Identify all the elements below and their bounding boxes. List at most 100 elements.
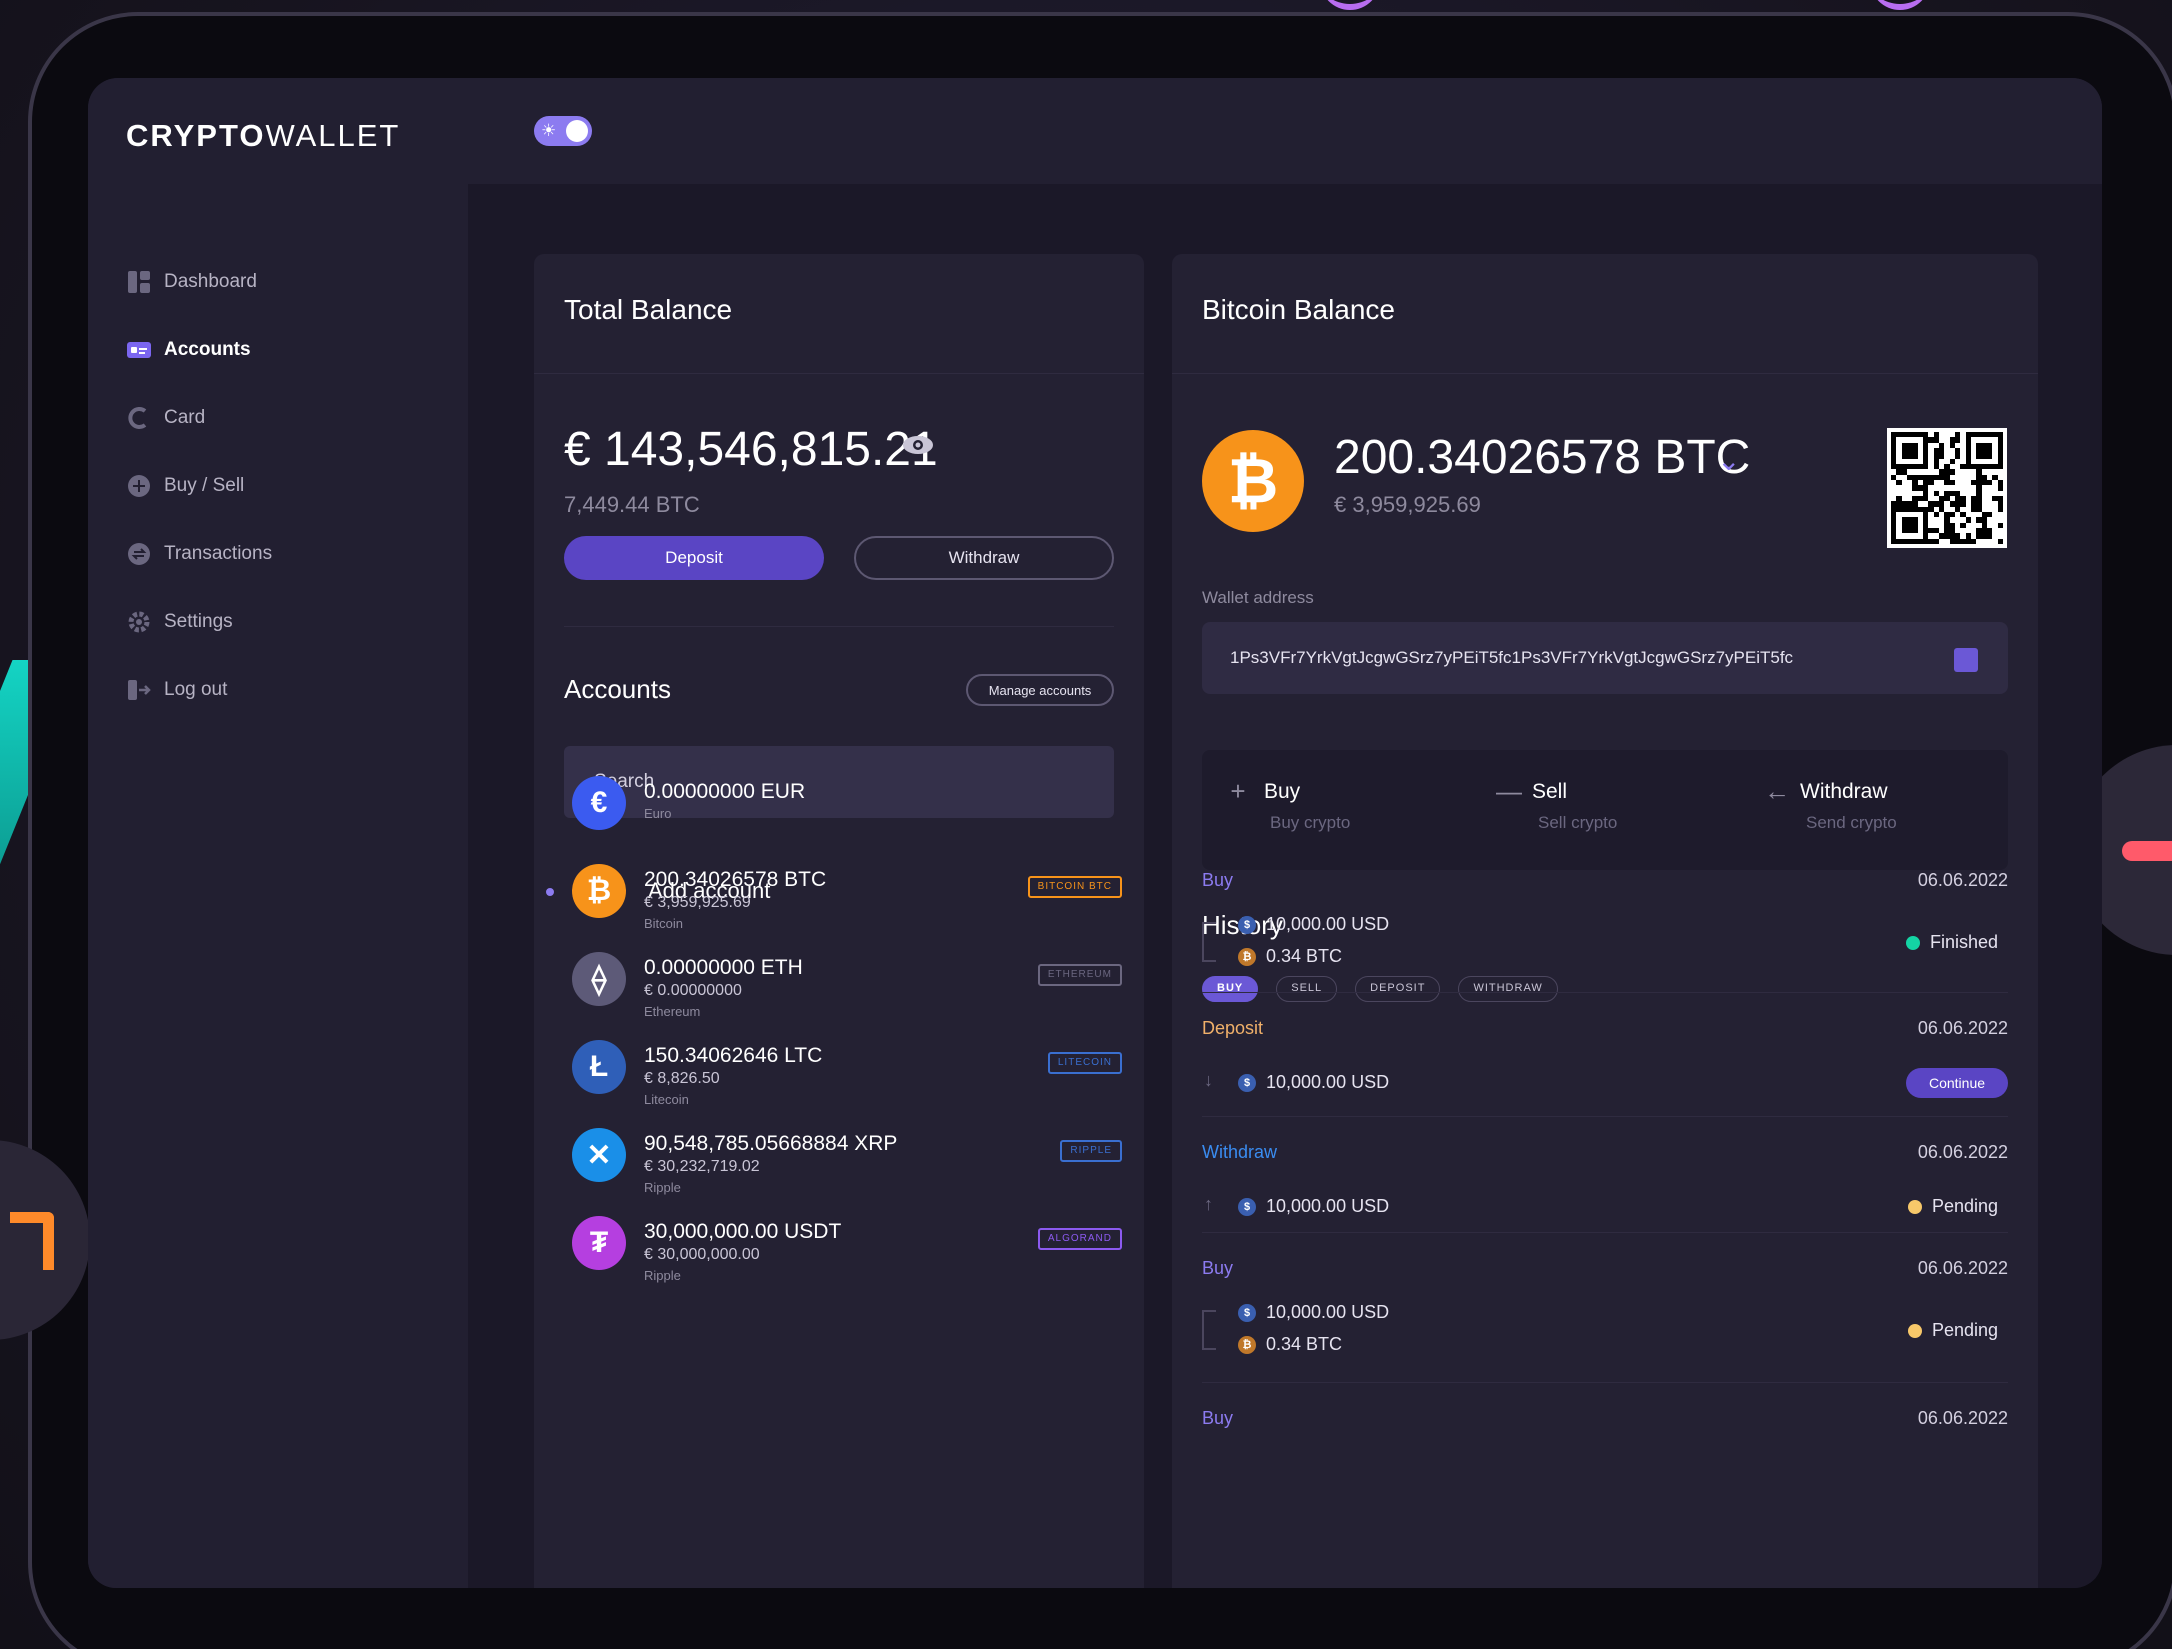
toggle-knob [566,120,588,142]
withdraw-action[interactable]: ← Withdraw Send crypto [1764,776,1897,833]
account-row[interactable]: Ł 150.34062646 LTC € 8,826.50 Litecoin LITEC… [572,1040,1122,1140]
theme-toggle[interactable]: ☀ [534,116,592,146]
status-label: Finished [1929,932,1998,952]
divider [1202,1232,2008,1233]
account-name: Euro [644,806,672,821]
plus-icon: + [1230,776,1246,806]
status-badge: Pending [1907,1196,1998,1217]
account-tag: LITECOIN [1047,1052,1122,1074]
account-name: Litecoin [644,1092,689,1107]
account-amount: 150.34062646 LTC [644,1044,823,1067]
account-value: € 30,000,000.00 [644,1246,760,1263]
btc-icon: ₿ [1238,947,1256,966]
divider [564,626,1114,627]
action-subtitle: Send crypto [1806,813,1897,832]
sidebar-item-label: Buy / Sell [164,475,245,496]
status-badge: Pending [1907,1320,1998,1341]
account-amount: 90,548,785.05668884 XRP [644,1132,898,1155]
status-dot [1907,1323,1922,1338]
history-entry[interactable]: Buy 06.06.2022 $10,000.00 USD ₿ 0.34 BTC Pend… [1202,1258,2008,1383]
bitcoin-balance-card: Bitcoin Balance ₿ 200.34026578 BTC ⌄ € 3… [1172,254,2038,1588]
deposit-button[interactable]: Deposit [564,536,824,580]
sidebar-item-buy-sell[interactable]: Buy / Sell [126,452,272,520]
decorative-arc [1320,0,1380,10]
sell-action[interactable]: — Sell Sell crypto [1496,776,1617,833]
logout-icon [126,677,152,703]
withdraw-button[interactable]: Withdraw [854,536,1114,580]
qr-code [1887,428,2007,548]
account-row[interactable]: €0.00000000 EUR Euro [572,776,1122,876]
history-date: 06.06.2022 [1917,1408,2008,1428]
status-dot [1905,935,1920,950]
account-name: Ripple [644,1180,681,1195]
ethereum-coin-icon: ⟠ [572,952,626,1006]
buy-sell-icon [126,473,152,499]
total-balance-card: Total Balance € 143,546,815.21 7,449.44 … [534,254,1144,1588]
account-tag: ALGORAND [1037,1228,1122,1250]
usd-icon: $ [1238,915,1256,934]
sidebar-item-accounts[interactable]: Accounts [126,316,272,384]
account-row[interactable]: ✕ 90,548,785.05668884 XRP € 30,232,719.02 R… [572,1128,1122,1228]
sidebar-item-logout[interactable]: Log out [126,656,272,724]
history-type: Buy [1202,1258,1234,1278]
account-row[interactable]: ₮ 30,000,000.00 USDT € 30,000,000.00 Ripple… [572,1216,1122,1316]
sidebar-item-label: Transactions [164,543,273,564]
account-amount: 0.00000000 ETH [644,956,803,979]
account-value: € 3,959,925.69 [644,894,751,911]
history-type: Buy [1202,1408,1234,1428]
eye-icon[interactable] [902,434,934,456]
account-amount: 30,000,000.00 USDT [644,1220,842,1243]
total-balance-amount: € 143,546,815.21 [564,423,938,476]
top-bar: ☀ [468,78,2102,184]
history-amount: 10,000.00 USD [1266,1072,1390,1092]
account-amount: 0.00000000 EUR [644,780,806,803]
account-tag: BITCOIN BTC [1027,876,1122,898]
action-title: Sell [1532,779,1568,803]
history-date: 06.06.2022 [1917,870,2008,890]
account-amount: 200.34026578 BTC [644,868,827,891]
usd-icon: $ [1238,1197,1256,1216]
account-value: € 30,232,719.02 [644,1158,760,1175]
history-entry[interactable]: Deposit 06.06.2022 ↓ $10,000.00 USD Continue [1202,1018,2008,1138]
history-line: $10,000.00 USD [1238,914,1389,935]
dashboard-icon [126,269,152,295]
decorative-arc [1870,0,1930,10]
action-title: Buy [1264,779,1301,803]
account-name: Bitcoin [644,916,684,931]
litecoin-coin-icon: Ł [572,1040,626,1094]
sidebar-item-label: Dashboard [164,271,257,292]
account-tag: ETHEREUM [1037,964,1122,986]
accounts-title: Accounts [564,674,671,704]
history-date: 06.06.2022 [1917,1018,2008,1038]
history-entry[interactable]: Buy 06.06.2022 $10,000.00 USD ₿ 0.34 BTC Fini… [1202,870,2008,993]
bitcoin-coin-icon: ₿ [572,864,626,918]
selected-indicator [546,888,554,896]
history-entry[interactable]: Withdraw 06.06.2022 ↑ $10,000.00 USD Pending [1202,1142,2008,1262]
status-dot [1907,1199,1922,1214]
chevron-down-icon[interactable]: ⌄ [1717,444,1740,477]
account-row[interactable]: ₿ 200.34026578 BTC € 3,959,925.69 Bitcoin BI… [546,864,1122,964]
direction-arrow-icon: ↑ [1204,1194,1213,1214]
buy-action[interactable]: + Buy Buy crypto [1228,776,1350,833]
sidebar-item-dashboard[interactable]: Dashboard [126,248,272,316]
history-line: $10,000.00 USD [1238,1302,1389,1323]
sidebar-item-settings[interactable]: Settings [126,588,272,656]
bitcoin-icon: ₿ [1202,430,1304,532]
sidebar-item-label: Card [164,407,206,428]
sidebar-item-transactions[interactable]: Transactions [126,520,272,588]
status-label: Pending [1931,1196,1998,1216]
sidebar-item-label: Settings [164,611,233,632]
account-row[interactable]: ⟠ 0.00000000 ETH € 0.00000000 Ethereum ETHER… [572,952,1122,1052]
divider [1202,1116,2008,1117]
history-entry[interactable]: Buy 06.06.2022 [1202,1408,2008,1528]
total-balance-btc: 7,449.44 BTC [564,492,700,517]
status-badge: Finished [1905,932,1998,953]
main-content: ☀ Total Balance € 143,546,815.21 7,449.4… [468,78,2102,1588]
card-title: Total Balance [534,254,1144,374]
wallet-address-field[interactable]: 1Ps3VFr7YrkVgtJcgwGSrz7yPEiT5fc1Ps3VFr7Y… [1202,622,2008,694]
sidebar-item-card[interactable]: Card [126,384,272,452]
sidebar-item-label: Log out [164,679,228,700]
copy-icon[interactable] [1954,648,1978,672]
continue-button[interactable]: Continue [1906,1068,2008,1098]
manage-accounts-button[interactable]: Manage accounts [966,674,1114,706]
